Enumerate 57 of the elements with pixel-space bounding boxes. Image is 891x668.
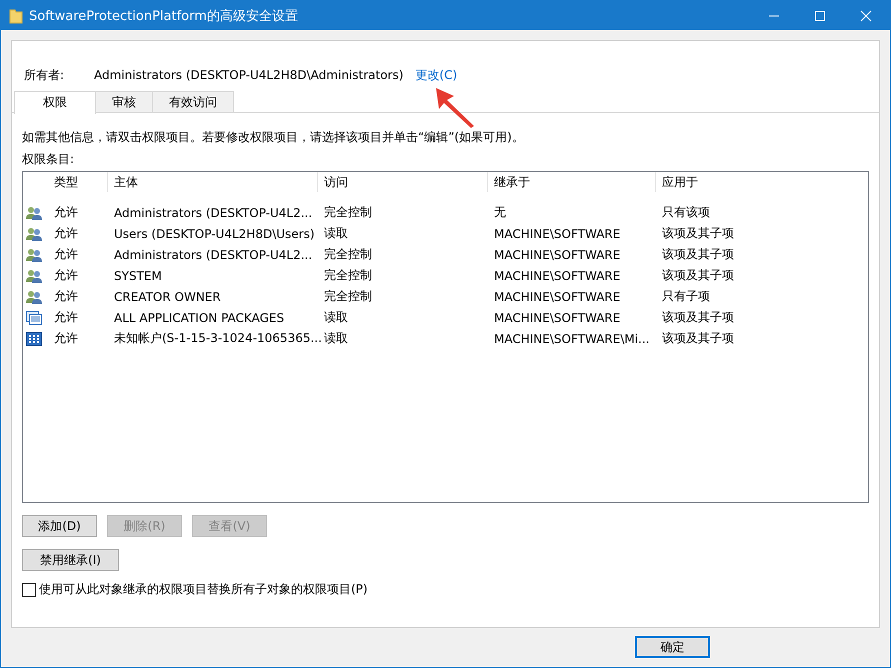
table-cell-text: 无 <box>493 204 507 221</box>
column-header[interactable]: 应用于 <box>656 172 856 192</box>
arrow-drawing <box>435 87 475 129</box>
tab[interactable]: 权限 <box>14 91 96 114</box>
column-header[interactable]: 访问 <box>318 172 488 192</box>
owner-value: Administrators (DESKTOP-U4L2H8D\Administrators) <box>94 68 404 82</box>
table-cell-text: 完全控制 <box>323 246 373 263</box>
table-cell-text: MACHINE\SOFTWARE\Mi... <box>493 332 650 346</box>
table-cell-text: ALL APPLICATION PACKAGES <box>113 310 286 324</box>
table-cell-text: Administrators (DESKTOP-U4L2... <box>113 206 314 220</box>
change-owner-link[interactable]: 更改(C) <box>415 66 458 84</box>
table-cell-text: MACHINE\SOFTWARE <box>493 290 622 304</box>
table-cell-text: 该项及其子项 <box>661 309 735 326</box>
table-cell-text: 允许 <box>53 288 79 305</box>
table-cell-text: 该项及其子项 <box>661 225 735 242</box>
checkbox-label: 使用可从此对象继承的权限项目替换所有子对象的权限项目(P) <box>39 581 368 598</box>
column-header[interactable]: 类型 <box>48 172 108 192</box>
checkbox[interactable] <box>22 582 36 596</box>
owner-label: 所有者: <box>24 66 66 84</box>
table-cell-text: MACHINE\SOFTWARE <box>493 226 622 240</box>
close-icon[interactable] <box>860 10 872 22</box>
action-button[interactable]: 添加(D) <box>22 515 97 537</box>
table-cell-text: SYSTEM <box>113 268 163 282</box>
table-cell-text: 完全控制 <box>323 267 373 284</box>
table-cell-text: 该项及其子项 <box>661 267 735 284</box>
table-cell-text: Users (DESKTOP-U4L2H8D\Users) <box>113 226 316 240</box>
table-cell-text: 读取 <box>323 309 349 326</box>
tab[interactable]: 有效访问 <box>152 91 234 112</box>
maximize-icon[interactable] <box>814 10 826 22</box>
table-cell-text: 允许 <box>53 309 79 326</box>
table-cell-text: 只有该项 <box>661 204 711 221</box>
window-title: SoftwareProtectionPlatform的高级安全设置 <box>29 8 298 24</box>
ok-button[interactable]: 确定 <box>635 636 710 658</box>
table-cell-text: 允许 <box>53 267 79 284</box>
table-cell-text: 完全控制 <box>323 204 373 221</box>
table-cell-text: 该项及其子项 <box>661 330 735 347</box>
table-cell-text: 读取 <box>323 225 349 242</box>
disable-inheritance-button[interactable]: 禁用继承(I) <box>22 549 119 571</box>
folder-icon <box>9 8 23 24</box>
column-header[interactable]: 主体 <box>108 172 318 192</box>
table-cell-text: 读取 <box>323 330 349 347</box>
table-cell-text: 允许 <box>53 246 79 263</box>
table-cell-text: 允许 <box>53 330 79 347</box>
table-cell-text: 只有子项 <box>661 288 711 305</box>
table-cell-text: MACHINE\SOFTWARE <box>493 268 622 282</box>
table-cell-text: CREATOR OWNER <box>113 290 222 304</box>
table-cell-text: 该项及其子项 <box>661 246 735 263</box>
table-cell-text: Administrators (DESKTOP-U4L2... <box>113 248 314 262</box>
list-label: 权限条目: <box>22 151 76 168</box>
tab[interactable]: 审核 <box>95 91 153 112</box>
table-cell-text: MACHINE\SOFTWARE <box>493 248 622 262</box>
table-cell-text: MACHINE\SOFTWARE <box>493 310 622 324</box>
table-cell-text: 允许 <box>53 204 79 221</box>
column-header[interactable]: 继承于 <box>488 172 656 192</box>
info-text: 如需其他信息，请双击权限项目。若要修改权限项目，请选择该项目并单击“编辑”(如果可用)。 <box>22 129 525 146</box>
table-cell-text: 允许 <box>53 225 79 242</box>
table-cell-text: 完全控制 <box>323 288 373 305</box>
